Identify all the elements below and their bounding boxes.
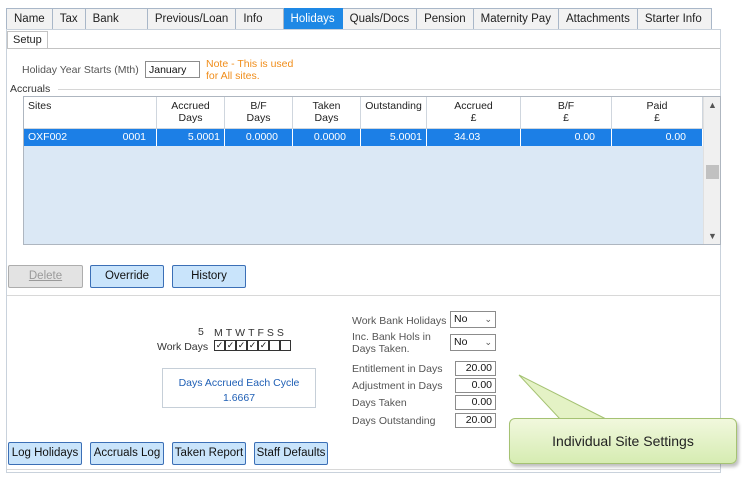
callout-individual-site-settings: Individual Site Settings	[509, 418, 737, 464]
callout-pointer	[518, 374, 607, 420]
